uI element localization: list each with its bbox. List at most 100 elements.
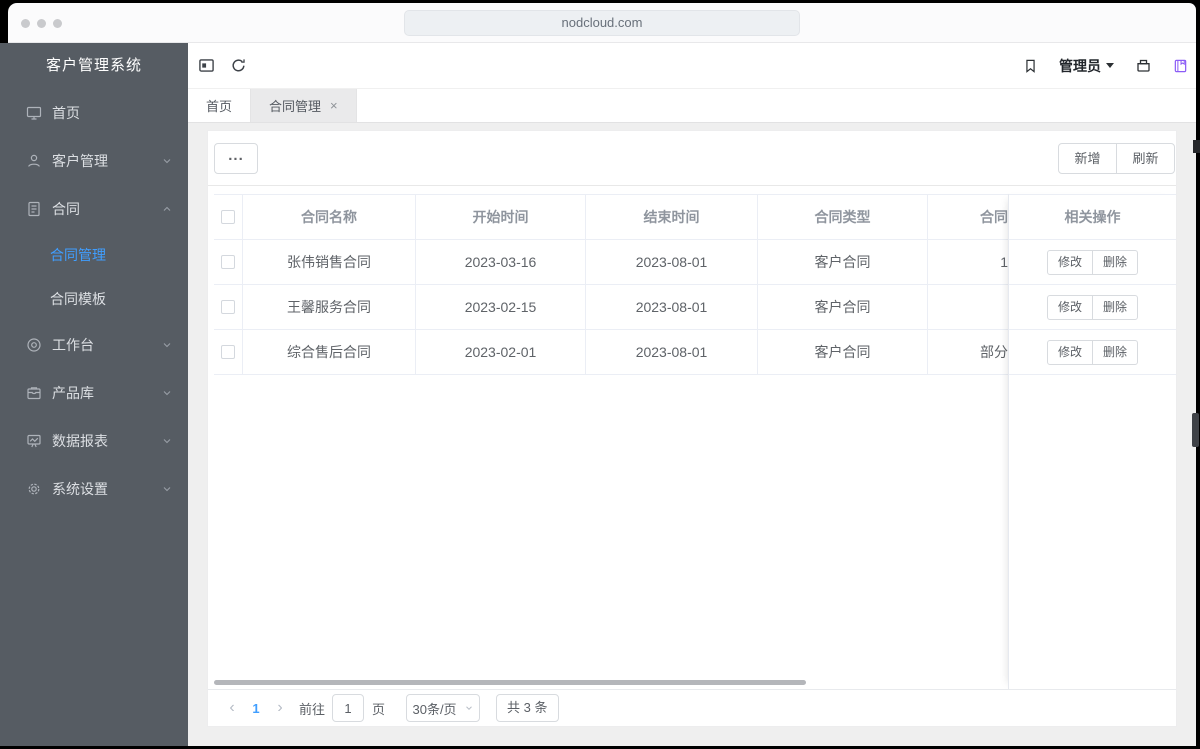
address-bar[interactable]: nodcloud.com (404, 10, 800, 36)
toolbar-right-cluster: 管理员 (1023, 56, 1188, 76)
goto-page-input[interactable] (332, 694, 365, 722)
chevron-down-icon (163, 487, 171, 492)
add-button[interactable]: 新增 (1058, 143, 1117, 174)
collapse-sidebar-icon[interactable] (198, 57, 215, 74)
sidebar-item-label: 客户管理 (52, 153, 108, 169)
chevron-down-icon (163, 343, 171, 348)
box-icon (27, 387, 41, 400)
bookmark-icon[interactable] (1023, 58, 1038, 74)
tab-home[interactable]: 首页 (188, 89, 252, 122)
cell-end-date: 2023-08-01 (586, 330, 758, 374)
total-count-badge: 共 3 条 (496, 694, 559, 722)
main-area: 管理员 首页 合同管理 × ... 新增 刷新 合同名称 开始时间 结束时间 合… (188, 43, 1196, 746)
sidebar-item-label: 系统设置 (52, 481, 108, 497)
sidebar-item-customers[interactable]: 客户管理 (0, 137, 188, 185)
select-all-checkbox[interactable] (221, 210, 235, 224)
edit-button[interactable]: 修改 (1047, 339, 1093, 365)
chevron-up-icon (163, 206, 171, 211)
page-number[interactable]: 1 (244, 701, 268, 716)
caret-down-icon (1106, 63, 1114, 68)
edit-button[interactable]: 修改 (1047, 249, 1093, 275)
contract-table: 合同名称 开始时间 结束时间 合同类型 合同 张伟销售合同 2023-03-16… (208, 186, 1176, 689)
column-header-name: 合同名称 (243, 195, 416, 239)
tab-label: 首页 (206, 99, 233, 114)
sidebar-item-contract-templates[interactable]: 合同模板 (0, 277, 188, 321)
cell-clipped: 部分 (980, 344, 1008, 360)
page-size-value: 30条/页 (412, 701, 457, 717)
cell-contract-name: 综合售后合同 (243, 330, 416, 374)
window-minimize-button[interactable] (37, 19, 46, 28)
cell-start-date: 2023-02-15 (416, 285, 586, 329)
sidebar-item-label: 合同 (52, 201, 80, 217)
delete-button[interactable]: 删除 (1092, 339, 1138, 365)
sidebar-item-products[interactable]: 产品库 (0, 369, 188, 417)
admin-label: 管理员 (1059, 57, 1101, 74)
sidebar-item-label: 数据报表 (52, 433, 108, 449)
row-checkbox[interactable] (221, 255, 235, 269)
edit-button[interactable]: 修改 (1047, 294, 1093, 320)
horizontal-scrollbar[interactable] (214, 680, 806, 685)
window-close-button[interactable] (21, 19, 30, 28)
vertical-scrollbar-thumb[interactable] (1192, 413, 1199, 447)
cell-contract-name: 王馨服务合同 (243, 285, 416, 329)
sidebar-item-workbench[interactable]: 工作台 (0, 321, 188, 369)
row-actions: 修改 删除 (1009, 285, 1176, 330)
column-header-end: 结束时间 (586, 195, 758, 239)
sidebar-item-reports[interactable]: 数据报表 (0, 417, 188, 465)
cell-clipped: 1 (1000, 254, 1008, 270)
print-icon[interactable] (1135, 58, 1152, 74)
sidebar: 客户管理系统 首页 客户管理 合同 合同管理 合同模板 工作台 产品库 数据报表… (0, 43, 188, 746)
column-header-type: 合同类型 (758, 195, 928, 239)
admin-menu[interactable]: 管理员 (1059, 56, 1114, 76)
delete-button[interactable]: 删除 (1092, 294, 1138, 320)
window-controls[interactable] (21, 19, 62, 28)
sidebar-item-contract-management[interactable]: 合同管理 (0, 233, 188, 277)
delete-button[interactable]: 删除 (1092, 249, 1138, 275)
notebook-icon[interactable] (1173, 58, 1188, 74)
column-header-actions: 相关操作 (1009, 194, 1176, 240)
cell-contract-type: 客户合同 (758, 330, 928, 374)
user-icon (28, 154, 40, 167)
cell-start-date: 2023-03-16 (416, 240, 586, 284)
app-title: 客户管理系统 (45, 57, 142, 74)
scrollbar-nub (1193, 140, 1200, 153)
content-area: ... 新增 刷新 合同名称 开始时间 结束时间 合同类型 合同 张伟销售合同 … (188, 123, 1196, 746)
row-checkbox[interactable] (221, 300, 235, 314)
cell-clipped (928, 285, 1008, 329)
tab-contract-management[interactable]: 合同管理 × (251, 89, 357, 122)
more-actions-button[interactable]: ... (214, 143, 258, 174)
pagination-bar: ‹ 1 › 前往 页 30条/页 共 3 条 (208, 689, 1176, 726)
sidebar-item-settings[interactable]: 系统设置 (0, 465, 188, 513)
row-actions: 修改 删除 (1009, 330, 1176, 375)
sidebar-item-label: 首页 (52, 105, 80, 121)
column-header-clipped: 合同 (980, 209, 1008, 225)
chevron-down-icon (465, 706, 472, 710)
next-page-button[interactable]: › (268, 699, 292, 717)
browser-chrome: nodcloud.com (8, 3, 1196, 43)
chevron-down-icon (163, 439, 171, 444)
chevron-down-icon (163, 391, 171, 396)
row-actions: 修改 删除 (1009, 240, 1176, 285)
prev-page-button[interactable]: ‹ (220, 699, 244, 717)
gear-icon (28, 483, 40, 495)
document-icon (28, 201, 40, 217)
cell-end-date: 2023-08-01 (586, 285, 758, 329)
row-checkbox[interactable] (221, 345, 235, 359)
sidebar-item-label: 产品库 (52, 385, 94, 401)
sidebar-item-home[interactable]: 首页 (0, 89, 188, 137)
tab-bar: 首页 合同管理 × (188, 89, 1196, 123)
panel-buttons: 新增 刷新 (1058, 143, 1175, 174)
column-header-start: 开始时间 (416, 195, 586, 239)
tab-label: 合同管理 (269, 99, 322, 114)
close-icon[interactable]: × (330, 98, 338, 113)
report-icon (27, 434, 41, 448)
refresh-button[interactable]: 刷新 (1116, 143, 1175, 174)
window-maximize-button[interactable] (53, 19, 62, 28)
sidebar-item-contracts[interactable]: 合同 (0, 185, 188, 233)
refresh-icon[interactable] (230, 57, 247, 74)
app-window: 客户管理系统 首页 客户管理 合同 合同管理 合同模板 工作台 产品库 数据报表… (0, 43, 1196, 746)
cell-contract-name: 张伟销售合同 (243, 240, 416, 284)
top-toolbar: 管理员 (188, 43, 1196, 89)
cell-contract-type: 客户合同 (758, 285, 928, 329)
page-size-select[interactable]: 30条/页 (406, 694, 481, 722)
